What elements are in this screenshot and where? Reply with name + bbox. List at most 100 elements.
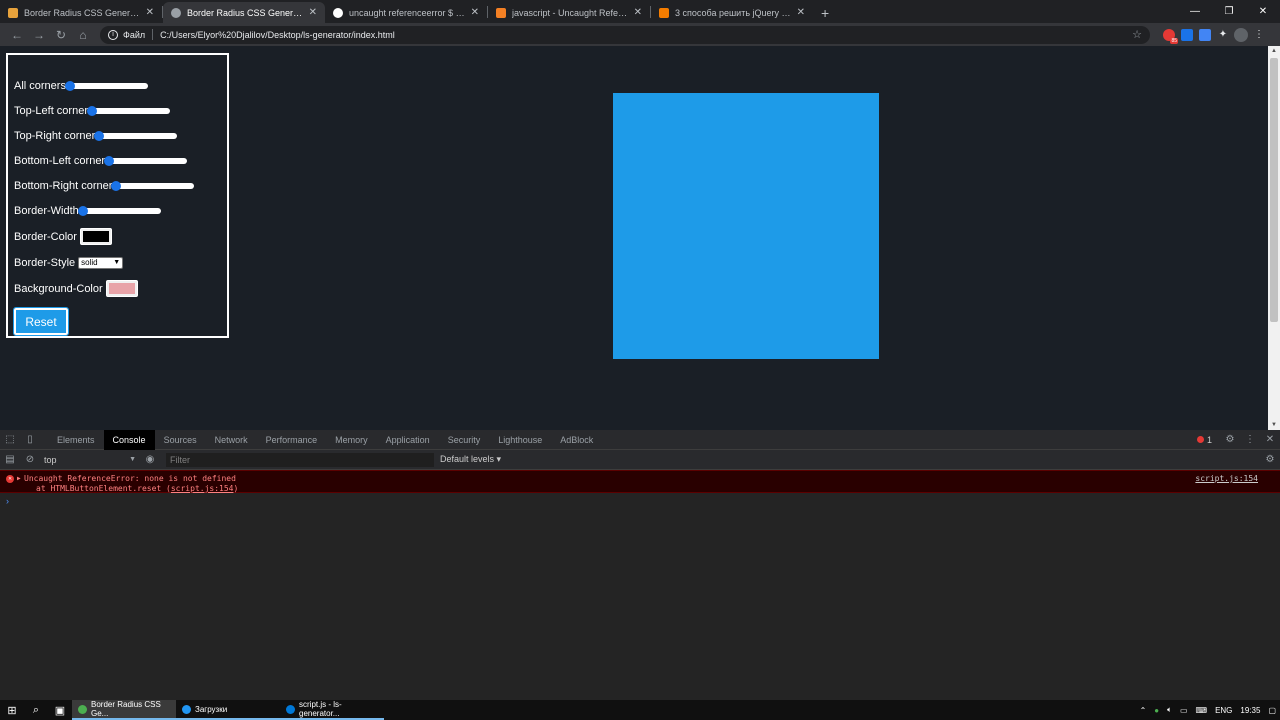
- devtools-right-controls: 1 ⚙ ⋮ ✕: [1196, 430, 1280, 450]
- task-view-icon[interactable]: ▣: [48, 700, 72, 720]
- clear-console-icon[interactable]: ⊘: [20, 450, 40, 470]
- slider-thumb[interactable]: [86, 105, 97, 116]
- adblock-extension-icon[interactable]: 85: [1160, 26, 1178, 44]
- address-bar[interactable]: i Файл C:/Users/Elyor%20Djalilov/Desktop…: [100, 25, 1150, 44]
- filter-input[interactable]: Filter: [166, 452, 434, 467]
- language-indicator[interactable]: ENG: [1211, 706, 1236, 715]
- browser-tab-0[interactable]: Border Radius CSS Generator ✕: [0, 2, 162, 23]
- range-row: Top-Right corner: [14, 123, 221, 148]
- border-style-select[interactable]: solid ▼: [78, 256, 124, 269]
- puzzle-extensions-icon[interactable]: ✦: [1214, 26, 1232, 44]
- error-source-link[interactable]: script.js:154: [1195, 474, 1258, 484]
- devtools-tab-security[interactable]: Security: [439, 430, 490, 450]
- taskbar-app-label: Загрузки: [195, 704, 228, 714]
- reset-button[interactable]: Reset: [13, 307, 69, 336]
- windows-start-icon[interactable]: ⊞: [0, 700, 24, 720]
- eye-icon[interactable]: ◉: [140, 450, 160, 470]
- forward-arrow-icon[interactable]: →: [28, 25, 50, 45]
- sidebar-toggle-icon[interactable]: ▤: [0, 450, 20, 470]
- tab-close-icon[interactable]: ✕: [309, 7, 317, 18]
- tray-chevron-up-icon[interactable]: ⌃: [1136, 706, 1151, 715]
- close-icon[interactable]: ✕: [1260, 430, 1280, 450]
- background-color-row: Background-Color: [14, 275, 221, 302]
- device-toolbar-icon[interactable]: ▯: [20, 430, 40, 450]
- extension-icon[interactable]: [1196, 26, 1214, 44]
- console-prompt[interactable]: ›: [0, 493, 1280, 506]
- avatar[interactable]: [1232, 26, 1250, 44]
- border-width-slider[interactable]: [77, 205, 161, 216]
- devtools-tab-application[interactable]: Application: [377, 430, 439, 450]
- new-tab-button[interactable]: +: [813, 2, 837, 23]
- console-settings-gear-icon[interactable]: ⚙: [1260, 450, 1280, 470]
- taskbar-app-downloads[interactable]: Загрузки: [176, 700, 280, 720]
- devtools-tab-lighthouse[interactable]: Lighthouse: [489, 430, 551, 450]
- devtools-tab-network[interactable]: Network: [206, 430, 257, 450]
- top-left-corner-slider[interactable]: [86, 105, 170, 116]
- reload-icon[interactable]: ↻: [50, 25, 72, 45]
- tab-close-icon[interactable]: ✕: [634, 7, 642, 18]
- notifications-icon[interactable]: ▢: [1264, 706, 1280, 715]
- browser-tab-4[interactable]: 3 способа решить jQuery - Unca ✕: [651, 2, 813, 23]
- tab-title: uncaught referenceerror $ is not: [349, 7, 465, 18]
- bottom-right-corner-slider[interactable]: [111, 180, 195, 191]
- home-icon[interactable]: ⌂: [72, 25, 94, 45]
- background-color-picker[interactable]: [105, 280, 138, 297]
- context-selector[interactable]: top ▼: [40, 452, 140, 468]
- range-label: Bottom-Left corner: [14, 154, 106, 167]
- browser-tab-3[interactable]: javascript - Uncaught Reference ✕: [488, 2, 650, 23]
- tab-close-icon[interactable]: ✕: [471, 7, 479, 18]
- tab-close-icon[interactable]: ✕: [797, 7, 805, 18]
- log-levels-dropdown[interactable]: Default levels ▾: [440, 454, 501, 465]
- devtools-tab-console[interactable]: Console: [103, 429, 155, 450]
- extension-badge: 85: [1170, 37, 1178, 44]
- site-info-icon[interactable]: i: [108, 29, 118, 40]
- browser-tab-1[interactable]: Border Radius CSS Generator ✕: [163, 2, 325, 23]
- browser-tab-2[interactable]: uncaught referenceerror $ is not ✕: [325, 2, 487, 23]
- shield-icon[interactable]: ●: [1150, 706, 1163, 715]
- top-right-corner-slider[interactable]: [94, 130, 178, 141]
- range-label: Border-Width: [14, 204, 79, 217]
- devtools-tab-memory[interactable]: Memory: [326, 430, 377, 450]
- expand-triangle-icon[interactable]: ▶: [17, 474, 21, 484]
- scroll-down-icon[interactable]: ▼: [1268, 420, 1280, 430]
- volume-icon[interactable]: 🔈︎: [1163, 705, 1176, 715]
- devtools-tab-adblock[interactable]: AdBlock: [551, 430, 602, 450]
- devtools-tab-elements[interactable]: Elements: [48, 430, 104, 450]
- menu-kebab-icon[interactable]: ⋮: [1250, 26, 1268, 44]
- devtools-tab-performance[interactable]: Performance: [257, 430, 327, 450]
- page-scrollbar[interactable]: ▲ ▼: [1268, 46, 1280, 430]
- scrollbar-thumb[interactable]: [1270, 58, 1278, 322]
- window-controls: — ❐ ✕: [1178, 0, 1280, 23]
- slider-thumb[interactable]: [77, 205, 88, 216]
- slider-thumb[interactable]: [94, 130, 105, 141]
- close-window-icon[interactable]: ✕: [1246, 0, 1280, 23]
- restore-icon[interactable]: ❐: [1212, 0, 1246, 23]
- inspect-element-icon[interactable]: ⬚: [0, 430, 20, 450]
- back-arrow-icon[interactable]: ←: [6, 25, 28, 45]
- minimize-icon[interactable]: —: [1178, 0, 1212, 23]
- bottom-left-corner-slider[interactable]: [104, 155, 188, 166]
- slider-thumb[interactable]: [64, 80, 75, 91]
- network-icon[interactable]: ▭: [1176, 706, 1192, 715]
- taskbar-app-chrome[interactable]: Border Radius CSS Ge...: [72, 700, 176, 720]
- devtools-menu-icon[interactable]: ⋮: [1240, 430, 1260, 450]
- scroll-up-icon[interactable]: ▲: [1268, 46, 1280, 56]
- tab-close-icon[interactable]: ✕: [146, 7, 154, 18]
- stack-source-link[interactable]: script.js:154: [171, 484, 234, 493]
- border-color-picker[interactable]: [79, 228, 112, 245]
- all-corners-slider[interactable]: [64, 80, 148, 91]
- keyboard-icon[interactable]: ⌨: [1192, 706, 1212, 715]
- bookmark-star-icon[interactable]: ☆: [1132, 28, 1142, 41]
- taskbar-app-vscode[interactable]: script.js - ls-generator...: [280, 700, 384, 720]
- devtools-tabbar: ⬚ ▯ Elements Console Sources Network Per…: [0, 429, 1280, 450]
- clock[interactable]: 19:35: [1236, 706, 1264, 715]
- search-icon[interactable]: ⌕: [24, 700, 48, 720]
- slider-thumb[interactable]: [104, 155, 115, 166]
- slider-thumb[interactable]: [111, 180, 122, 191]
- error-count-badge[interactable]: 1: [1196, 435, 1212, 445]
- border-color-row: Border-Color: [14, 223, 221, 250]
- border-style-row: Border-Style solid ▼: [14, 250, 221, 275]
- devtools-tab-sources[interactable]: Sources: [155, 430, 206, 450]
- gear-icon[interactable]: ⚙: [1220, 430, 1240, 450]
- extension-icon[interactable]: [1178, 26, 1196, 44]
